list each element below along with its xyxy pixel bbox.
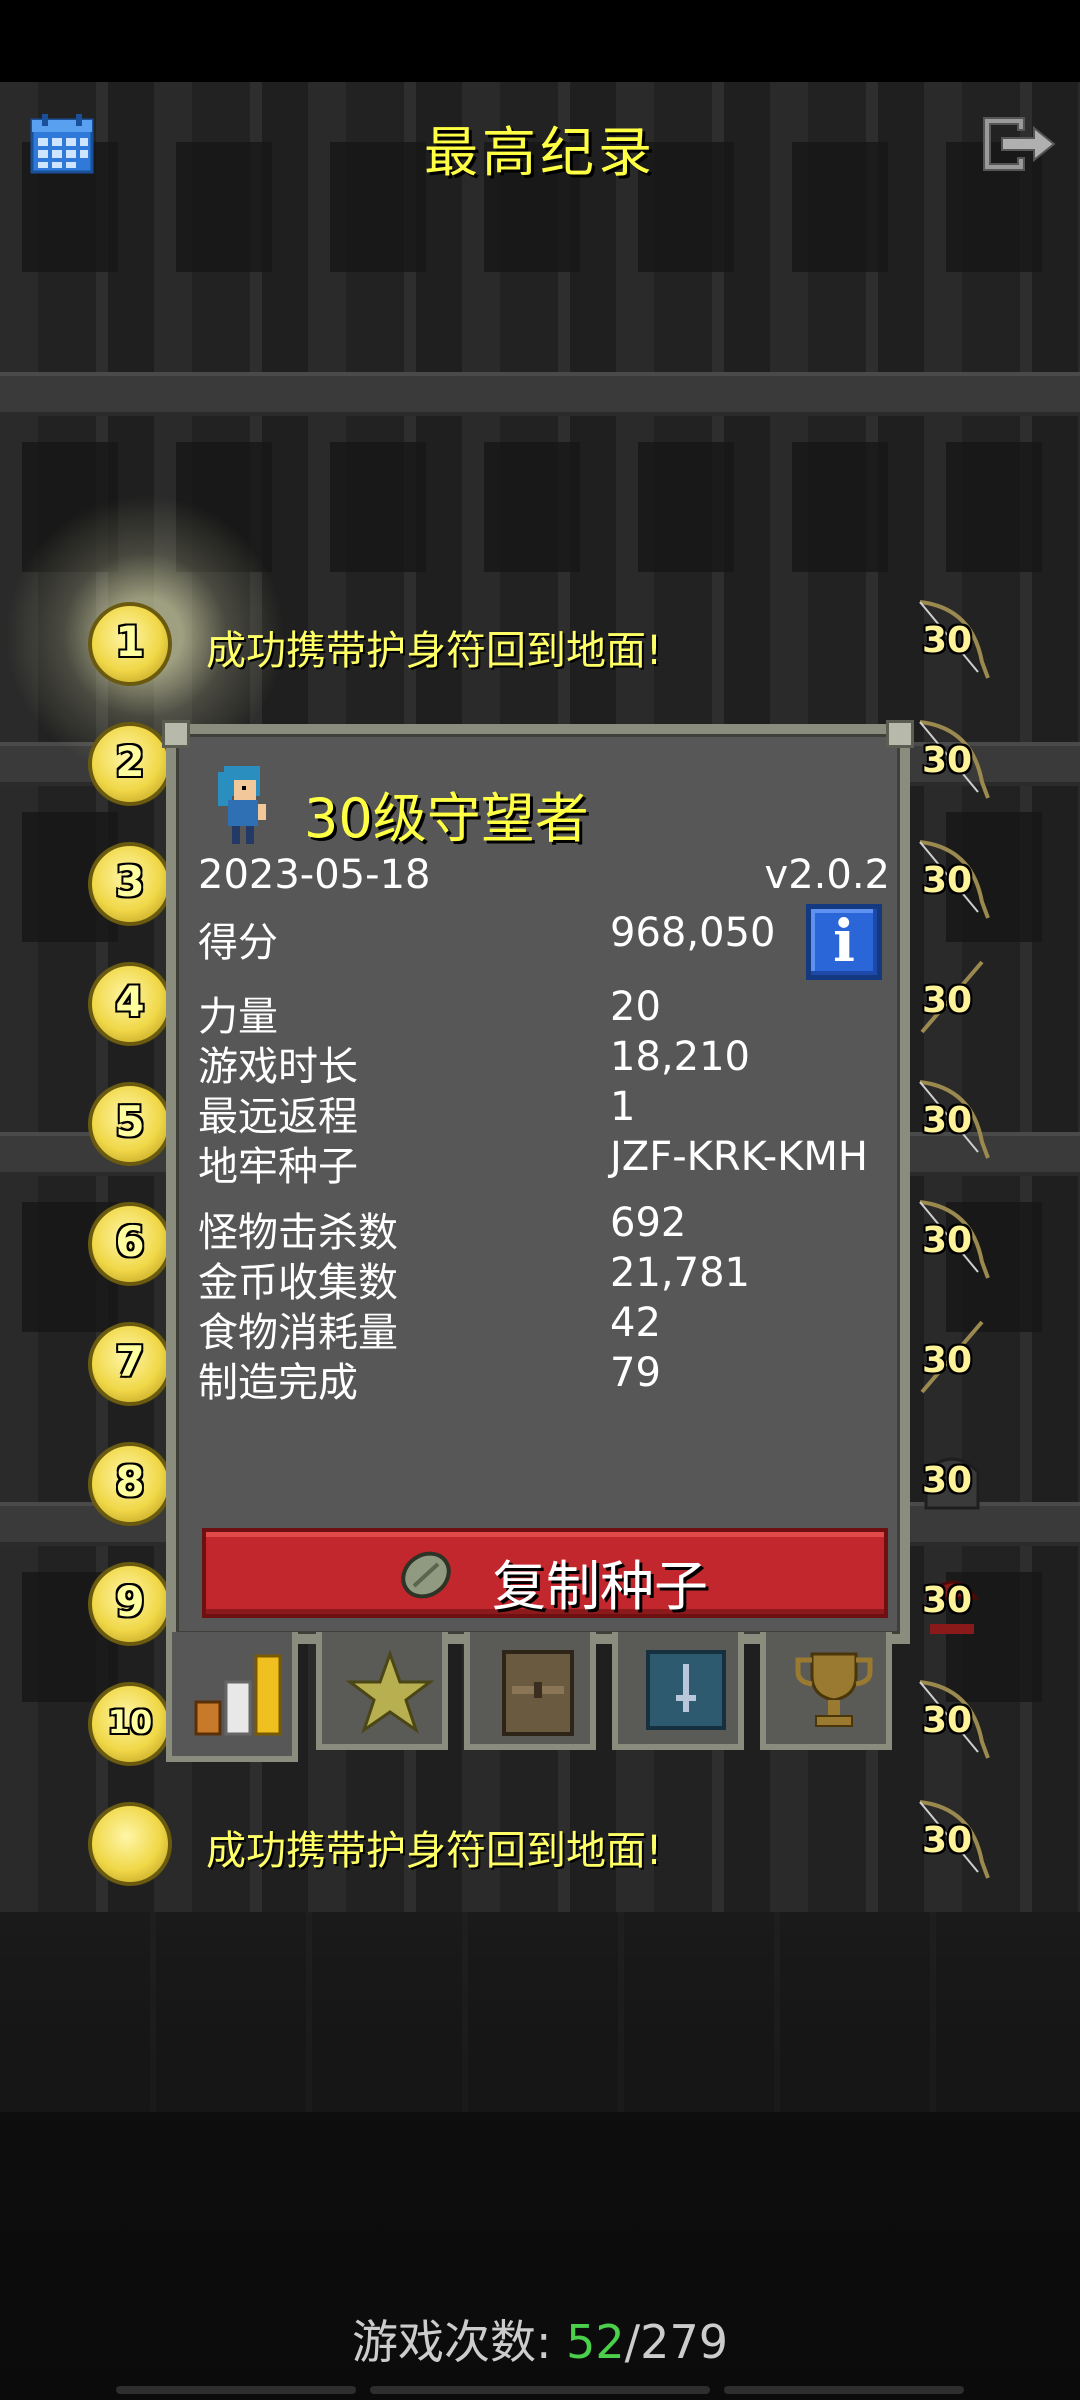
stat-value-items-crafted: 79 bbox=[610, 1350, 661, 1396]
rank-medal: 1 bbox=[88, 602, 172, 686]
trophy-icon bbox=[795, 1652, 873, 1727]
badge-star-icon bbox=[345, 1649, 435, 1734]
games-played-label: 游戏次数: bbox=[352, 2315, 552, 2369]
stat-value-strength: 20 bbox=[610, 984, 661, 1030]
class-level: 30 bbox=[922, 1220, 973, 1261]
class-level: 30 bbox=[922, 1820, 973, 1861]
bottom-bar bbox=[116, 2386, 964, 2394]
stat-label-score: 得分 bbox=[198, 920, 278, 966]
class-level-badge: 30 bbox=[912, 1678, 992, 1764]
tab-stats[interactable] bbox=[166, 1632, 298, 1762]
hero-portrait-icon bbox=[218, 766, 266, 844]
rank-medal: 8 bbox=[88, 1442, 172, 1526]
rank-medal: 2 bbox=[88, 722, 172, 806]
calendar-icon bbox=[30, 114, 94, 174]
game-version: v2.0.2 bbox=[764, 852, 890, 898]
rank-medal: 7 bbox=[88, 1322, 172, 1406]
stat-label-items-crafted: 制造完成 bbox=[198, 1360, 358, 1406]
class-level: 30 bbox=[922, 620, 973, 661]
class-level: 30 bbox=[922, 860, 973, 901]
stats-chart-icon bbox=[194, 1654, 282, 1736]
exit-icon bbox=[983, 117, 1056, 171]
class-level-badge: 30 bbox=[912, 1078, 992, 1164]
games-played-counter: 游戏次数: 52/279 bbox=[0, 2306, 1080, 2372]
class-level: 30 bbox=[922, 1100, 973, 1141]
dungeon-icon bbox=[646, 1650, 726, 1730]
class-level-badge: 30 bbox=[912, 598, 992, 684]
rank-medal: 10 bbox=[88, 1682, 172, 1766]
stat-value-play-time: 18,210 bbox=[610, 1034, 750, 1080]
info-button[interactable]: i bbox=[806, 904, 882, 980]
page-title: 最高纪录 bbox=[424, 121, 656, 184]
rank-medal: 9 bbox=[88, 1562, 172, 1646]
amulet-medal bbox=[88, 1802, 172, 1886]
stat-value-food-eaten: 42 bbox=[610, 1300, 661, 1346]
exit-button[interactable] bbox=[978, 112, 1058, 176]
rank-medal: 5 bbox=[88, 1082, 172, 1166]
copy-seed-button[interactable]: 复制种子 bbox=[202, 1528, 888, 1618]
class-level: 30 bbox=[922, 1460, 973, 1501]
class-level: 30 bbox=[922, 1700, 973, 1741]
stat-value-monsters-killed: 692 bbox=[610, 1200, 687, 1246]
tab-trophies[interactable] bbox=[760, 1632, 892, 1750]
class-level-badge: 30 bbox=[912, 718, 992, 804]
class-level-badge: 30 bbox=[912, 838, 992, 924]
record-date: 2023-05-18 bbox=[198, 852, 431, 898]
class-level-badge: 30 bbox=[912, 1438, 992, 1524]
class-level-badge: 30 bbox=[912, 1198, 992, 1284]
record-detail-window: 30级守望者 2023-05-18 v2.0.2 得分 968,050 i 力量… bbox=[162, 720, 914, 1644]
games-played-current: 52 bbox=[566, 2315, 625, 2369]
tab-inventory[interactable] bbox=[464, 1632, 596, 1750]
stat-value-score: 968,050 bbox=[610, 910, 776, 956]
class-level: 30 bbox=[922, 1580, 973, 1621]
ranking-description: 成功携带护身符回到地面! bbox=[206, 628, 663, 674]
seed-icon bbox=[401, 1551, 451, 1599]
ranking-row-1[interactable]: 1 成功携带护身符回到地面! 30 bbox=[0, 598, 1080, 698]
rank-medal: 4 bbox=[88, 962, 172, 1046]
rank-medal: 3 bbox=[88, 842, 172, 926]
ranking-row-11[interactable]: 成功携带护身符回到地面! 30 bbox=[0, 1798, 1080, 1898]
stat-value-dungeon-seed: JZF-KRK-KMH bbox=[610, 1134, 868, 1180]
games-played-total: 279 bbox=[640, 2315, 728, 2369]
class-level-badge: 30 bbox=[912, 958, 992, 1044]
status-bar bbox=[0, 0, 1080, 82]
copy-seed-label: 复制种子 bbox=[492, 1555, 708, 1618]
stat-value-furthest-return: 1 bbox=[610, 1084, 636, 1130]
backpack-icon bbox=[502, 1650, 574, 1736]
ranking-description: 成功携带护身符回到地面! bbox=[206, 1828, 663, 1874]
class-level-badge: 30 bbox=[912, 1558, 992, 1644]
class-level-badge: 30 bbox=[912, 1318, 992, 1404]
class-level: 30 bbox=[922, 1340, 973, 1381]
tab-dungeon[interactable] bbox=[612, 1632, 744, 1750]
calendar-button[interactable] bbox=[30, 112, 94, 174]
stat-value-gold-collected: 21,781 bbox=[610, 1250, 750, 1296]
rank-medal: 6 bbox=[88, 1202, 172, 1286]
class-level-badge: 30 bbox=[912, 1798, 992, 1884]
stat-label-dungeon-seed: 地牢种子 bbox=[198, 1144, 358, 1190]
class-level: 30 bbox=[922, 740, 973, 781]
tab-badges[interactable] bbox=[316, 1632, 448, 1750]
detail-tab-bar bbox=[166, 1632, 910, 1762]
games-played-separator: / bbox=[624, 2315, 641, 2369]
class-level: 30 bbox=[922, 980, 973, 1021]
hero-title: 30级守望者 bbox=[304, 787, 589, 850]
